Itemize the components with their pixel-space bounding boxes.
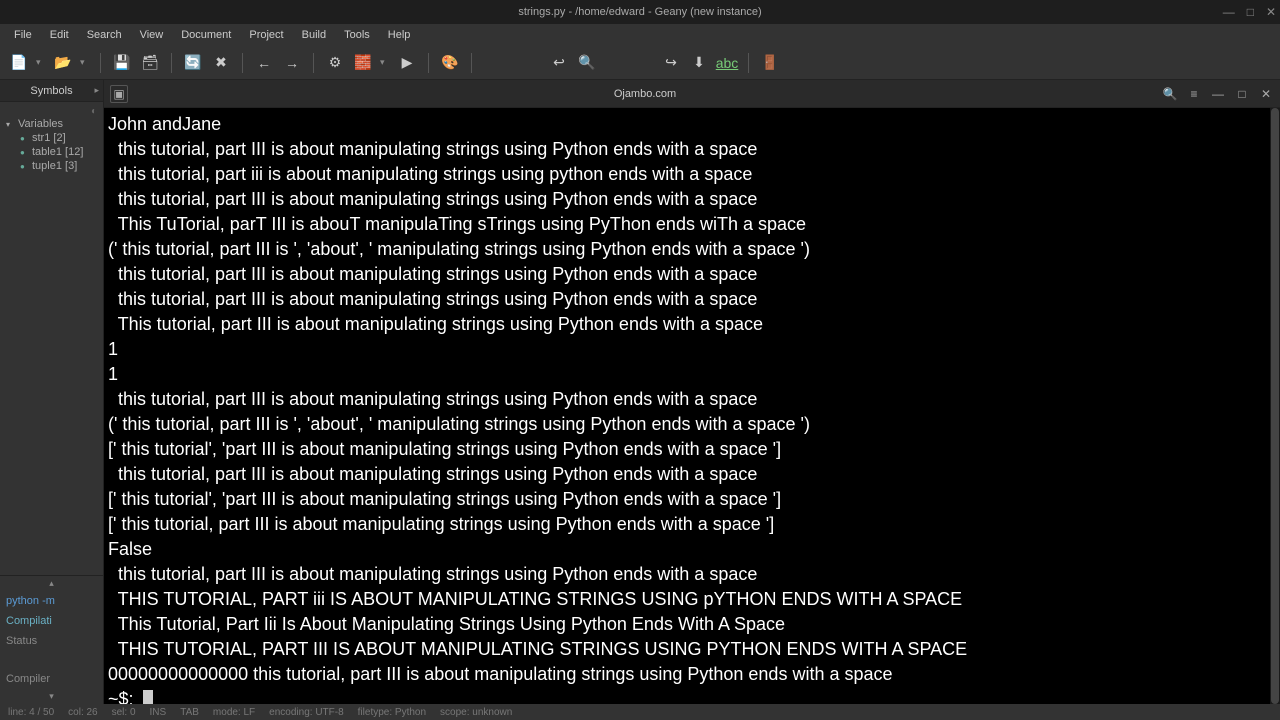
menu-project[interactable]: Project (241, 27, 291, 43)
sidebar-tab-compiler[interactable]: Compiler (0, 669, 103, 689)
symbols-tree: ◐ ▾Variables ●str1 [2] ●table1 [12] ●tup… (0, 102, 103, 575)
window-close-button[interactable]: ✕ (1266, 5, 1276, 19)
terminal-cursor (143, 690, 153, 704)
toolbar: 📄 ▾ 📂 ▾ 💾 🗃 🔄 ✖ ← → ⚙ 🧱 ▾ ▶ 🎨 ↩ 🔍 ↪ ⬇ ab… (0, 46, 1280, 80)
tab-menu-icon[interactable]: ≡ (1186, 87, 1202, 101)
menu-help[interactable]: Help (380, 27, 419, 43)
preferences-button[interactable]: ⬇ (688, 52, 710, 74)
tree-root-variables[interactable]: ▾Variables (2, 117, 101, 131)
tab-search-icon[interactable]: 🔍 (1162, 87, 1178, 101)
find-button[interactable]: 🔍 (576, 52, 598, 74)
status-tab: TAB (180, 707, 199, 718)
status-encoding: encoding: UTF-8 (269, 707, 343, 718)
status-bar: line: 4 / 50 col: 26 sel: 0 INS TAB mode… (0, 704, 1280, 720)
build-dropdown[interactable]: ▾ (380, 57, 390, 68)
open-file-dropdown[interactable]: ▾ (80, 57, 90, 68)
status-ins: INS (150, 707, 167, 718)
sidebar-msg-compile[interactable]: Compilati (0, 611, 103, 631)
window-minimize-button[interactable]: — (1223, 5, 1235, 19)
terminal-tab-title[interactable]: Ojambo.com (128, 88, 1162, 100)
sidebar-scroll-up[interactable]: ▴ (0, 576, 103, 591)
window-maximize-button[interactable]: □ (1247, 5, 1254, 19)
close-file-button[interactable]: ✖ (210, 52, 232, 74)
menu-view[interactable]: View (132, 27, 172, 43)
tree-item-table1[interactable]: ●table1 [12] (2, 145, 101, 159)
menu-document[interactable]: Document (173, 27, 239, 43)
menu-file[interactable]: File (6, 27, 40, 43)
open-file-button[interactable]: 📂 (52, 52, 74, 74)
status-col: col: 26 (68, 707, 97, 718)
compile-button[interactable]: ⚙ (324, 52, 346, 74)
tree-item-tuple1[interactable]: ●tuple1 [3] (2, 159, 101, 173)
sidebar-scroll-down[interactable]: ▾ (0, 689, 103, 704)
new-file-dropdown[interactable]: ▾ (36, 57, 46, 68)
nav-back-button[interactable]: ← (253, 52, 275, 74)
save-all-button[interactable]: 🗃 (139, 52, 161, 74)
status-mode: mode: LF (213, 707, 255, 718)
menu-search[interactable]: Search (79, 27, 130, 43)
build-button[interactable]: 🧱 (352, 52, 374, 74)
status-line: line: 4 / 50 (8, 707, 54, 718)
new-tab-button[interactable]: ▣ (110, 85, 128, 103)
status-scope: scope: unknown (440, 707, 512, 718)
sidebar-tab-symbols[interactable]: Symbols (22, 83, 80, 99)
tree-item-str1[interactable]: ●str1 [2] (2, 131, 101, 145)
reload-button[interactable]: 🔄 (182, 52, 204, 74)
menu-edit[interactable]: Edit (42, 27, 77, 43)
menu-bar: File Edit Search View Document Project B… (0, 24, 1280, 46)
jump-button[interactable]: ↩ (548, 52, 570, 74)
color-chooser-button[interactable]: 🎨 (439, 52, 461, 74)
sidebar-tab-status[interactable]: Status (0, 631, 103, 651)
terminal-scrollbar[interactable] (1270, 108, 1280, 704)
quit-button[interactable]: 🚪 (759, 52, 781, 74)
goto-button[interactable]: ↪ (660, 52, 682, 74)
window-title: strings.py - /home/edward - Geany (new i… (518, 6, 761, 18)
menu-tools[interactable]: Tools (336, 27, 378, 43)
new-file-button[interactable]: 📄 (8, 52, 30, 74)
tab-maximize-button[interactable]: □ (1234, 87, 1250, 101)
nav-forward-button[interactable]: → (281, 52, 303, 74)
tree-toggle-icon[interactable]: ◐ (2, 106, 101, 117)
spellcheck-button[interactable]: abc (716, 52, 738, 74)
menu-build[interactable]: Build (294, 27, 334, 43)
window-titlebar: strings.py - /home/edward - Geany (new i… (0, 0, 1280, 24)
sidebar-tab-arrow-icon[interactable]: ▸ (94, 85, 99, 96)
run-button[interactable]: ▶ (396, 52, 418, 74)
terminal-output[interactable]: John andJane this tutorial, part III is … (104, 108, 1280, 704)
sidebar-msg-python[interactable]: python -m (0, 591, 103, 611)
tab-minimize-button[interactable]: — (1210, 87, 1226, 101)
status-filetype: filetype: Python (358, 707, 426, 718)
save-button[interactable]: 💾 (111, 52, 133, 74)
tab-close-button[interactable]: ✕ (1258, 87, 1274, 101)
status-sel: sel: 0 (112, 707, 136, 718)
sidebar: Symbols ▸ ◐ ▾Variables ●str1 [2] ●table1… (0, 80, 104, 704)
editor-tab-bar: ▣ Ojambo.com 🔍 ≡ — □ ✕ (104, 80, 1280, 108)
